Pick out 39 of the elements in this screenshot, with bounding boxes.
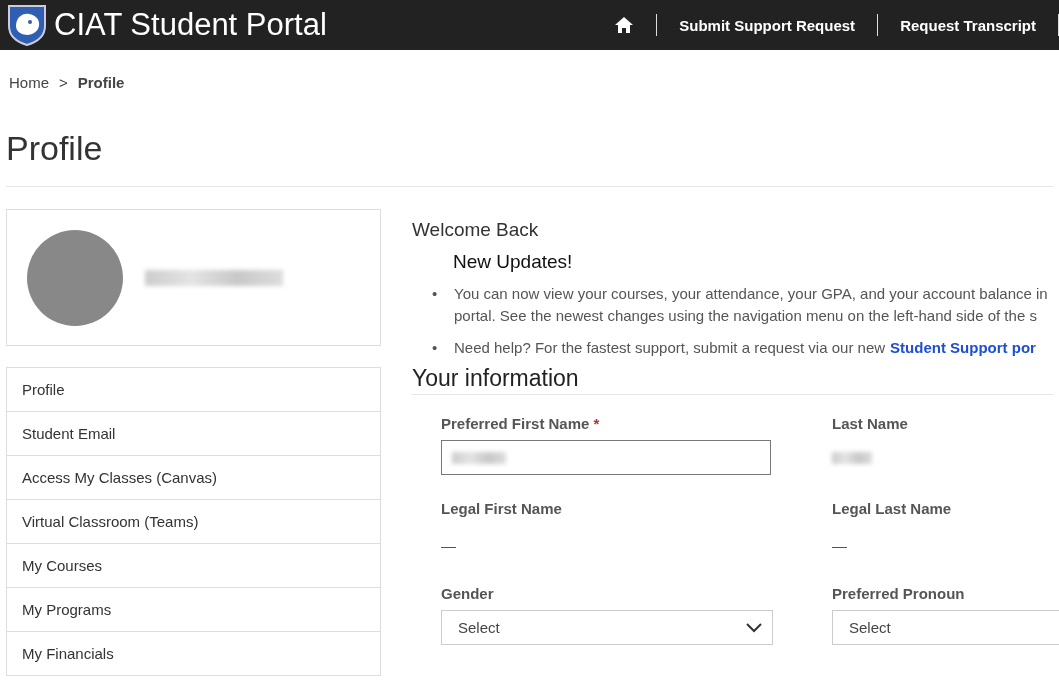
sidebar-item[interactable]: Student Email	[6, 412, 381, 456]
breadcrumb-current: Profile	[77, 74, 125, 91]
select-dropdown[interactable]: Select	[441, 610, 773, 645]
bullet-marker: •	[432, 284, 439, 304]
nav-link[interactable]: Request Transcript	[878, 16, 1058, 34]
nav-link[interactable]: Submit Support Request	[657, 16, 878, 34]
updates-heading: New Updates!	[453, 251, 574, 273]
portal-title: CIAT Student Portal	[54, 7, 327, 43]
welcome-heading: Welcome Back	[412, 219, 540, 241]
sidebar-item[interactable]: My Programs	[6, 588, 381, 632]
section-heading: Your information	[412, 365, 1053, 395]
sidebar-item[interactable]: Profile	[6, 367, 381, 412]
field-label: Gender	[441, 585, 495, 602]
redacted-text-drawing	[832, 452, 872, 464]
field-label: Preferred Pronoun	[832, 585, 966, 602]
update-text: portal. See the newest changes using the navigation menu on the left-hand side of the s	[454, 306, 1038, 326]
page-title: Profile	[6, 129, 1053, 187]
sidebar-item[interactable]: My Financials	[6, 632, 381, 676]
sidebar-item[interactable]: Access My Classes (Canvas)	[6, 456, 381, 500]
chevron-down-icon	[746, 622, 762, 633]
select-dropdown[interactable]: Select	[832, 610, 1059, 645]
update-text: You can now view your courses, your attendance, your GPA, and your account balance in	[454, 284, 1048, 304]
field-value: —	[441, 536, 457, 554]
breadcrumb-separator: >	[59, 74, 68, 91]
support-link[interactable]: Student Support por	[890, 339, 1036, 356]
field-label: Preferred First Name *	[441, 415, 601, 432]
redacted-text-drawing	[452, 451, 506, 464]
sidebar-item[interactable]: My Courses	[6, 544, 381, 588]
field-label: Legal Last Name	[832, 500, 953, 517]
breadcrumb-link[interactable]: Home	[9, 74, 49, 91]
field-label: Last Name	[832, 415, 909, 432]
update-text: Need help? For the fastest support, submit a request via our new	[454, 339, 886, 356]
field-value: —	[832, 536, 848, 554]
sidebar-item[interactable]: Virtual Classroom (Teams)	[6, 500, 381, 544]
required-asterisk: *	[593, 415, 600, 432]
shield-logo-icon	[6, 4, 48, 46]
bullet-marker: •	[432, 338, 439, 358]
field-label: Legal First Name	[441, 500, 563, 517]
first-name-field[interactable]	[441, 440, 771, 475]
